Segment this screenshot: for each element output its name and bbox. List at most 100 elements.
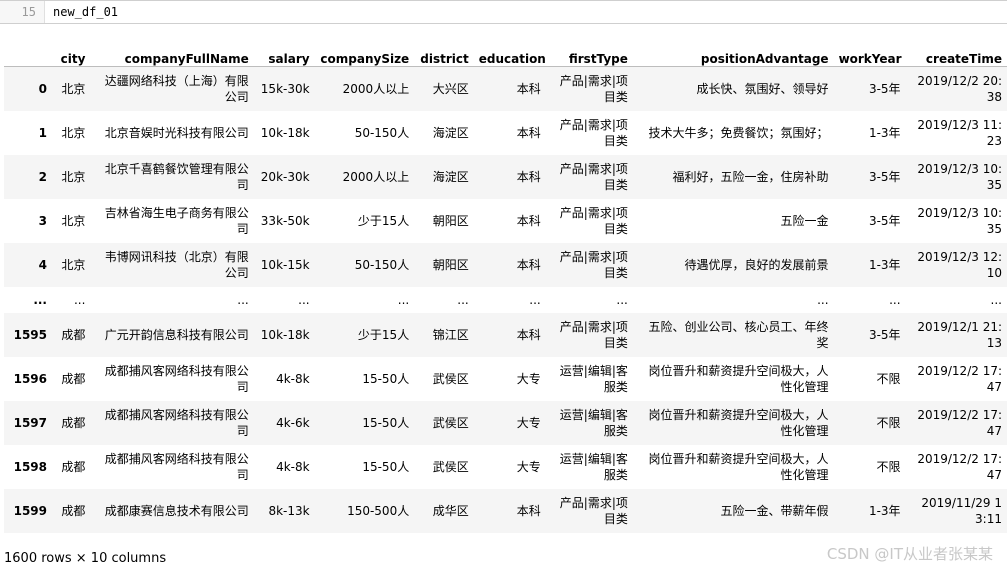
table-cell: 吉林省海生电子商务有限公司 (104, 205, 249, 236)
table-cell: 本科 (516, 213, 541, 228)
table-cell: 产品|需求|项目类 (559, 319, 628, 350)
table-cell: ... (237, 292, 249, 307)
dataframe-output: city companyFullName salary companySize dist… (4, 44, 1007, 533)
column-header-workYear: workYear (833, 44, 906, 67)
table-cell: 2019/12/2 20:38 (917, 73, 1002, 104)
table-cell: 15k-30k (260, 81, 310, 96)
table-cell: 五险、创业公司、核心员工、年终奖 (648, 319, 829, 350)
row-index: 1 (38, 125, 47, 140)
table-cell: 50-150人 (354, 125, 410, 140)
table-cell: 8k-13k (268, 503, 310, 518)
table-row: ................................. (4, 286, 1007, 313)
table-cell: 北京 (61, 257, 86, 272)
table-cell: ... (529, 292, 541, 307)
table-cell: 不限 (876, 415, 901, 430)
column-header-companySize: companySize (314, 44, 415, 67)
table-cell: 本科 (516, 169, 541, 184)
code-editor[interactable]: new_df_01 (44, 1, 1007, 23)
table-cell: 产品|需求|项目类 (559, 205, 628, 236)
table-cell: 产品|需求|项目类 (559, 117, 628, 148)
table-cell: 武侯区 (432, 459, 469, 474)
table-cell: 2019/12/3 10:35 (917, 205, 1002, 236)
table-cell: 本科 (516, 125, 541, 140)
table-cell: 2019/12/3 11:23 (917, 117, 1002, 148)
table-cell: 33k-50k (260, 213, 310, 228)
row-index: 1596 (13, 371, 47, 386)
table-cell: 50-150人 (354, 257, 410, 272)
table-cell: ... (397, 292, 410, 307)
table-cell: 15-50人 (362, 371, 410, 386)
table-cell: 少于15人 (357, 213, 410, 228)
table-cell: 朝阳区 (432, 213, 469, 228)
table-cell: 4k-6k (276, 415, 310, 430)
table-cell: 成都捕风客网络科技有限公司 (104, 363, 249, 394)
table-cell: 大专 (516, 415, 541, 430)
row-index: 4 (38, 257, 47, 272)
column-header-index (4, 44, 52, 67)
cell-prompt-number: 15 (21, 5, 36, 19)
table-cell: 成都 (61, 327, 86, 342)
table-row: 2 北京 北京千喜鹤餐饮管理有限公司 20k-30k 2000人以上 海淀区 本科 产品|需求… (4, 154, 1007, 199)
table-cell: 成都 (61, 503, 86, 518)
table-cell: 朝阳区 (432, 257, 469, 272)
table-cell: 2019/12/3 10:35 (917, 161, 1002, 192)
table-cell: 本科 (516, 327, 541, 342)
row-index: ... (33, 292, 47, 307)
row-index: 1598 (13, 459, 47, 474)
table-cell: ... (616, 292, 628, 307)
table-cell: ... (889, 292, 901, 307)
table-cell: 少于15人 (357, 327, 410, 342)
row-index: 1599 (13, 503, 47, 518)
table-cell: 10k-18k (260, 327, 310, 342)
table-cell: 4k-8k (276, 371, 310, 386)
table-cell: ... (298, 292, 310, 307)
table-cell: 2019/12/2 17:47 (917, 363, 1002, 394)
table-row: 1597 成都 成都捕风客网络科技有限公司 4k-6k 15-50人 武侯区 大专 运营|编辑… (4, 400, 1007, 445)
table-cell: 岗位晋升和薪资提升空间极大，人性化管理 (648, 407, 829, 438)
table-cell: 海淀区 (432, 125, 469, 140)
table-cell: 五险一金、带薪年假 (720, 503, 829, 518)
table-cell: 产品|需求|项目类 (559, 249, 628, 280)
table-cell: 大兴区 (432, 81, 469, 96)
column-header-salary: salary (253, 44, 315, 67)
table-row: 1599 成都 成都康赛信息技术有限公司 8k-13k 150-500人 成华区 本科 产品|… (4, 488, 1007, 533)
table-cell: 本科 (516, 257, 541, 272)
table-cell: 成都捕风客网络科技有限公司 (104, 407, 249, 438)
table-cell: 2019/11/29 13:11 (921, 495, 1002, 526)
watermark: CSDN @IT从业者张某某 (826, 545, 993, 563)
table-cell: 福利好，五险一金，住房补助 (672, 169, 829, 184)
table-cell: 待遇优厚，良好的发展前景 (684, 257, 829, 272)
table-cell: ... (457, 292, 469, 307)
table-cell: 海淀区 (432, 169, 469, 184)
table-cell: 成华区 (432, 503, 469, 518)
table-cell: 北京 (61, 169, 86, 184)
table-cell: 成都 (61, 415, 86, 430)
table-cell: 北京音娱时光科技有限公司 (104, 125, 249, 140)
row-index: 1597 (13, 415, 47, 430)
row-index: 2 (38, 169, 47, 184)
dataframe-table: city companyFullName salary companySize dist… (4, 44, 1007, 533)
code-cell[interactable]: 15 new_df_01 (0, 0, 1007, 24)
table-cell: 成都捕风客网络科技有限公司 (104, 451, 249, 482)
table-cell: 3-5年 (868, 327, 901, 342)
table-cell: 不限 (876, 371, 901, 386)
table-cell: 10k-18k (260, 125, 310, 140)
table-cell: 150-500人 (347, 503, 410, 518)
table-cell: 岗位晋升和薪资提升空间极大，人性化管理 (648, 451, 829, 482)
table-row: 0 北京 达疆网络科技（上海）有限公司 15k-30k 2000人以上 大兴区 本科 产品|需… (4, 66, 1007, 111)
table-cell: 达疆网络科技（上海）有限公司 (104, 73, 249, 104)
table-cell: 15-50人 (362, 415, 410, 430)
table-cell: 产品|需求|项目类 (559, 495, 628, 526)
row-index: 0 (38, 81, 47, 96)
table-cell: 产品|需求|项目类 (559, 73, 628, 104)
table-cell: 2000人以上 (342, 169, 410, 184)
column-header-district: district (414, 44, 474, 67)
table-cell: 成长快、氛围好、领导好 (696, 81, 829, 96)
table-cell: 2019/12/1 21:13 (917, 319, 1002, 350)
table-cell: ... (817, 292, 829, 307)
column-header-firstType: firstType (545, 44, 633, 67)
table-cell: 不限 (876, 459, 901, 474)
table-cell: 3-5年 (868, 81, 901, 96)
table-cell: 大专 (516, 371, 541, 386)
table-cell: 成都 (61, 459, 86, 474)
